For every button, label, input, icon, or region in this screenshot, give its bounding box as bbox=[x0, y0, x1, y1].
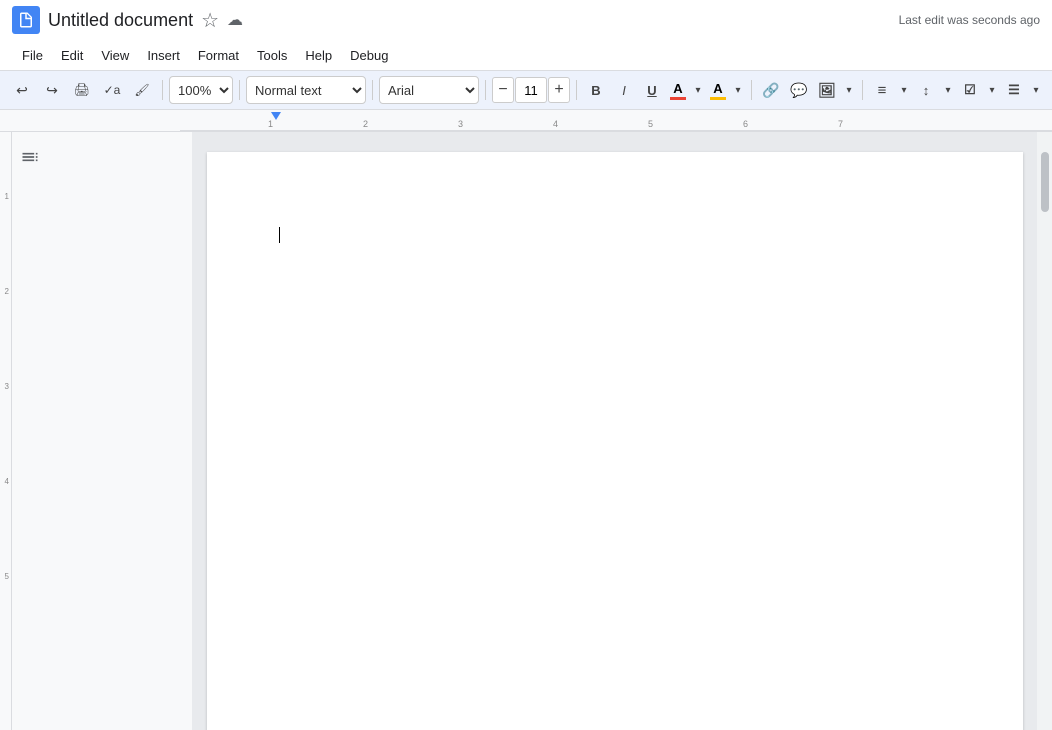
bullet-dropdown[interactable]: ▾ bbox=[1029, 76, 1043, 104]
outline-icon[interactable] bbox=[20, 147, 40, 172]
line-spacing-button[interactable]: ↕ bbox=[913, 77, 939, 103]
align-dropdown[interactable]: ▾ bbox=[897, 76, 911, 104]
v-ruler-mark-5: 5 bbox=[5, 572, 9, 581]
main-area: 1 2 3 4 5 bbox=[0, 132, 1052, 730]
redo-button[interactable]: ↪ bbox=[38, 76, 66, 104]
vertical-ruler: 1 2 3 4 5 bbox=[0, 132, 12, 730]
v-ruler-mark-2: 2 bbox=[5, 287, 9, 296]
v-ruler-mark-4: 4 bbox=[5, 477, 9, 486]
last-edit-status: Last edit was seconds ago bbox=[899, 13, 1040, 27]
left-sidebar bbox=[12, 132, 192, 730]
bullet-list-button[interactable]: ☰ bbox=[1001, 77, 1027, 103]
scrollbar[interactable] bbox=[1037, 132, 1052, 730]
doc-content[interactable] bbox=[207, 152, 1023, 730]
numbered-list-button[interactable]: ☷ bbox=[1045, 77, 1052, 103]
divider-6 bbox=[751, 80, 752, 100]
scroll-thumb[interactable] bbox=[1041, 152, 1049, 212]
menu-edit[interactable]: Edit bbox=[53, 45, 91, 66]
spellcheck-button[interactable]: ✓a bbox=[98, 76, 126, 104]
divider-5 bbox=[576, 80, 577, 100]
italic-button[interactable]: I bbox=[611, 77, 637, 103]
text-color-dropdown[interactable]: ▾ bbox=[691, 76, 705, 104]
font-size-decrease-button[interactable]: − bbox=[492, 77, 514, 103]
highlight-bar bbox=[710, 97, 726, 100]
print-button[interactable]: 🖨 bbox=[68, 76, 96, 104]
divider-1 bbox=[162, 80, 163, 100]
menu-file[interactable]: File bbox=[14, 45, 51, 66]
v-ruler-mark-1: 1 bbox=[5, 192, 9, 201]
checklist-dropdown[interactable]: ▾ bbox=[985, 76, 999, 104]
ruler: 1 2 3 4 5 6 7 bbox=[0, 110, 1052, 132]
font-size-increase-button[interactable]: + bbox=[548, 77, 570, 103]
v-ruler-mark-3: 3 bbox=[5, 382, 9, 391]
align-button[interactable]: ≡ bbox=[869, 77, 895, 103]
image-dropdown[interactable]: ▾ bbox=[842, 76, 856, 104]
text-color-letter: A bbox=[673, 81, 682, 96]
menu-debug[interactable]: Debug bbox=[342, 45, 396, 66]
link-button[interactable]: 🔗 bbox=[758, 77, 784, 103]
paint-format-button[interactable]: 🖌 bbox=[128, 76, 156, 104]
text-color-bar bbox=[670, 97, 686, 100]
zoom-select[interactable]: 100% 75% 125% 150% 200% bbox=[169, 76, 233, 104]
underline-button[interactable]: U bbox=[639, 77, 665, 103]
font-size-area: − + bbox=[492, 77, 570, 103]
menu-view[interactable]: View bbox=[93, 45, 137, 66]
menu-format[interactable]: Format bbox=[190, 45, 247, 66]
divider-3 bbox=[372, 80, 373, 100]
highlight-color-button[interactable]: A bbox=[707, 77, 729, 103]
checklist-button[interactable]: ☑ bbox=[957, 77, 983, 103]
doc-page bbox=[207, 152, 1023, 730]
divider-2 bbox=[239, 80, 240, 100]
menu-insert[interactable]: Insert bbox=[139, 45, 188, 66]
line-spacing-dropdown[interactable]: ▾ bbox=[941, 76, 955, 104]
menu-tools[interactable]: Tools bbox=[249, 45, 295, 66]
menu-bar: File Edit View Insert Format Tools Help … bbox=[0, 40, 1052, 70]
divider-4 bbox=[485, 80, 486, 100]
doc-title[interactable]: Untitled document bbox=[48, 10, 193, 31]
toolbar: ↩ ↪ 🖨 ✓a 🖌 100% 75% 125% 150% 200% Norma… bbox=[0, 70, 1052, 110]
image-button[interactable]: 🖼 bbox=[814, 77, 840, 103]
font-select[interactable]: Arial Times New Roman Courier New Georgi… bbox=[379, 76, 479, 104]
doc-area[interactable] bbox=[192, 132, 1037, 730]
title-bar: Untitled document ☆ ☁ Last edit was seco… bbox=[0, 0, 1052, 40]
cloud-icon: ☁ bbox=[227, 10, 243, 30]
font-size-input[interactable] bbox=[515, 77, 547, 103]
style-select[interactable]: Normal text Heading 1 Heading 2 Heading … bbox=[246, 76, 366, 104]
divider-7 bbox=[862, 80, 863, 100]
ruler-content: 1 2 3 4 5 6 7 bbox=[180, 110, 1052, 131]
highlight-dropdown[interactable]: ▾ bbox=[731, 76, 745, 104]
undo-button[interactable]: ↩ bbox=[8, 76, 36, 104]
star-icon[interactable]: ☆ bbox=[201, 8, 219, 33]
ruler-ticks bbox=[180, 110, 1052, 131]
text-cursor bbox=[279, 227, 280, 243]
highlight-letter: A bbox=[713, 81, 722, 96]
menu-help[interactable]: Help bbox=[297, 45, 340, 66]
text-color-button[interactable]: A bbox=[667, 77, 689, 103]
comment-button[interactable]: 💬 bbox=[786, 77, 812, 103]
bold-button[interactable]: B bbox=[583, 77, 609, 103]
doc-icon bbox=[12, 6, 40, 34]
